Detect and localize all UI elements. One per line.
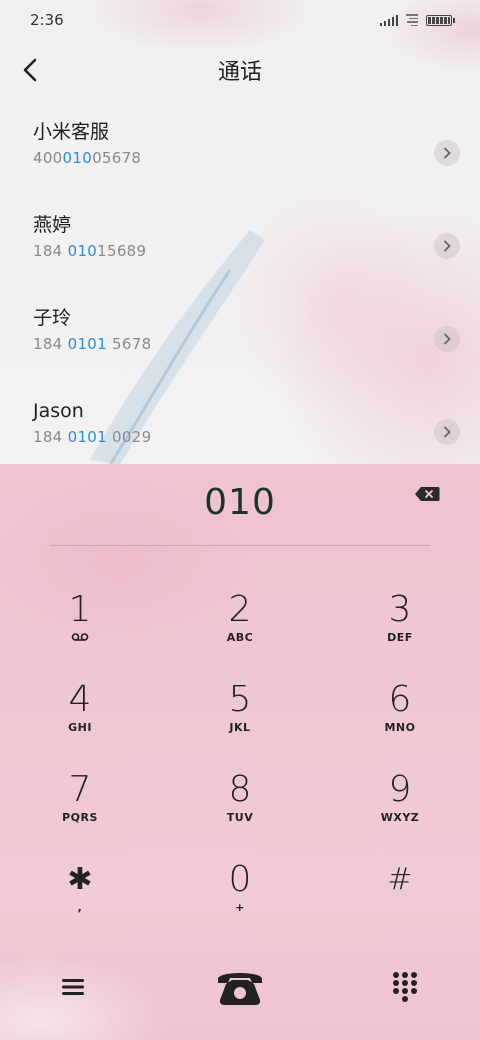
contact-detail-button[interactable] <box>434 326 460 352</box>
key-letters: , <box>77 901 83 914</box>
key-digit: 1 <box>68 589 92 630</box>
key-6[interactable]: 6 MNO <box>340 680 460 758</box>
key-letters: MNO <box>384 721 416 734</box>
key-letters: JKL <box>229 721 251 734</box>
key-letters: GHI <box>68 721 92 734</box>
voicemail-icon <box>71 633 89 641</box>
contact-name: 燕婷 <box>33 214 72 236</box>
dialed-number[interactable]: 010 <box>204 482 276 523</box>
phone-call-icon <box>218 973 262 1006</box>
divider <box>50 545 430 546</box>
contact-number: 184 01015689 <box>33 242 147 260</box>
key-letters: PQRS <box>62 811 98 824</box>
key-digit: 0 <box>228 859 252 900</box>
contact-detail-button[interactable] <box>434 140 460 166</box>
match-highlight: 0101 <box>67 428 107 446</box>
contact-number: 40001005678 <box>33 149 142 167</box>
key-4[interactable]: 4 GHI <box>20 680 140 758</box>
menu-icon <box>62 979 84 995</box>
contact-name: 子玲 <box>33 307 72 329</box>
contact-item[interactable]: 小米客服 40001005678 <box>0 118 480 211</box>
contact-list: 小米客服 40001005678 燕婷 184 01015689 子玲 184 … <box>0 118 480 490</box>
dial-display: 010 <box>0 474 480 530</box>
contact-item[interactable]: 燕婷 184 01015689 <box>0 211 480 304</box>
key-digit: 9 <box>388 769 412 810</box>
key-hash[interactable]: # <box>340 860 460 938</box>
keypad-icon <box>393 972 417 1002</box>
key-2[interactable]: 2 ABC <box>180 590 300 668</box>
key-9[interactable]: 9 WXYZ <box>340 770 460 848</box>
key-3[interactable]: 3 DEF <box>340 590 460 668</box>
key-digit: 5 <box>228 679 252 720</box>
contact-name: Jason <box>33 400 84 422</box>
contact-item[interactable]: 子玲 184 0101 5678 <box>0 304 480 397</box>
key-8[interactable]: 8 TUV <box>180 770 300 848</box>
contact-name: 小米客服 <box>33 121 110 143</box>
back-arrow-icon <box>23 58 37 82</box>
contact-number: 184 0101 5678 <box>33 335 152 353</box>
contact-detail-button[interactable] <box>434 419 460 445</box>
back-button[interactable] <box>14 54 46 86</box>
contact-detail-button[interactable] <box>434 233 460 259</box>
status-icons <box>380 14 455 26</box>
status-time: 2:36 <box>30 11 64 29</box>
signal-icon <box>380 14 398 26</box>
key-digit: 7 <box>68 769 92 810</box>
page-title: 通话 <box>217 60 262 85</box>
key-star[interactable]: ✱ , <box>20 860 140 938</box>
match-highlight: 010 <box>62 149 93 167</box>
key-5[interactable]: 5 JKL <box>180 680 300 758</box>
key-digit: 4 <box>68 679 92 720</box>
key-letters: WXYZ <box>380 811 420 824</box>
key-letters: ABC <box>226 631 254 644</box>
backspace-icon <box>415 487 440 501</box>
notification-icon <box>406 14 418 26</box>
key-digit: 6 <box>388 679 412 720</box>
bottom-bar <box>0 960 480 1016</box>
match-highlight: 010 <box>67 242 98 260</box>
contact-number: 184 0101 0029 <box>33 428 152 446</box>
chevron-right-icon <box>444 333 451 345</box>
key-letters: TUV <box>226 811 254 824</box>
key-digit: 2 <box>228 589 252 630</box>
key-digit: 3 <box>388 589 412 630</box>
key-digit: ✱ <box>67 862 93 897</box>
chevron-right-icon <box>444 426 451 438</box>
backspace-button[interactable] <box>414 486 440 502</box>
header: 通话 <box>0 46 480 94</box>
chevron-right-icon <box>444 147 451 159</box>
chevron-right-icon <box>444 240 451 252</box>
key-0[interactable]: 0 + <box>180 860 300 938</box>
status-bar: 2:36 <box>0 0 480 40</box>
call-button[interactable] <box>214 964 266 1008</box>
menu-button[interactable] <box>58 972 88 1002</box>
key-letters: + <box>235 901 245 914</box>
key-letters: DEF <box>387 631 413 644</box>
key-digit: 8 <box>228 769 252 810</box>
key-1[interactable]: 1 <box>20 590 140 668</box>
key-7[interactable]: 7 PQRS <box>20 770 140 848</box>
key-digit: # <box>387 862 413 897</box>
keypad-toggle-button[interactable] <box>390 970 420 1004</box>
match-highlight: 0101 <box>67 335 107 353</box>
battery-icon <box>426 14 455 26</box>
